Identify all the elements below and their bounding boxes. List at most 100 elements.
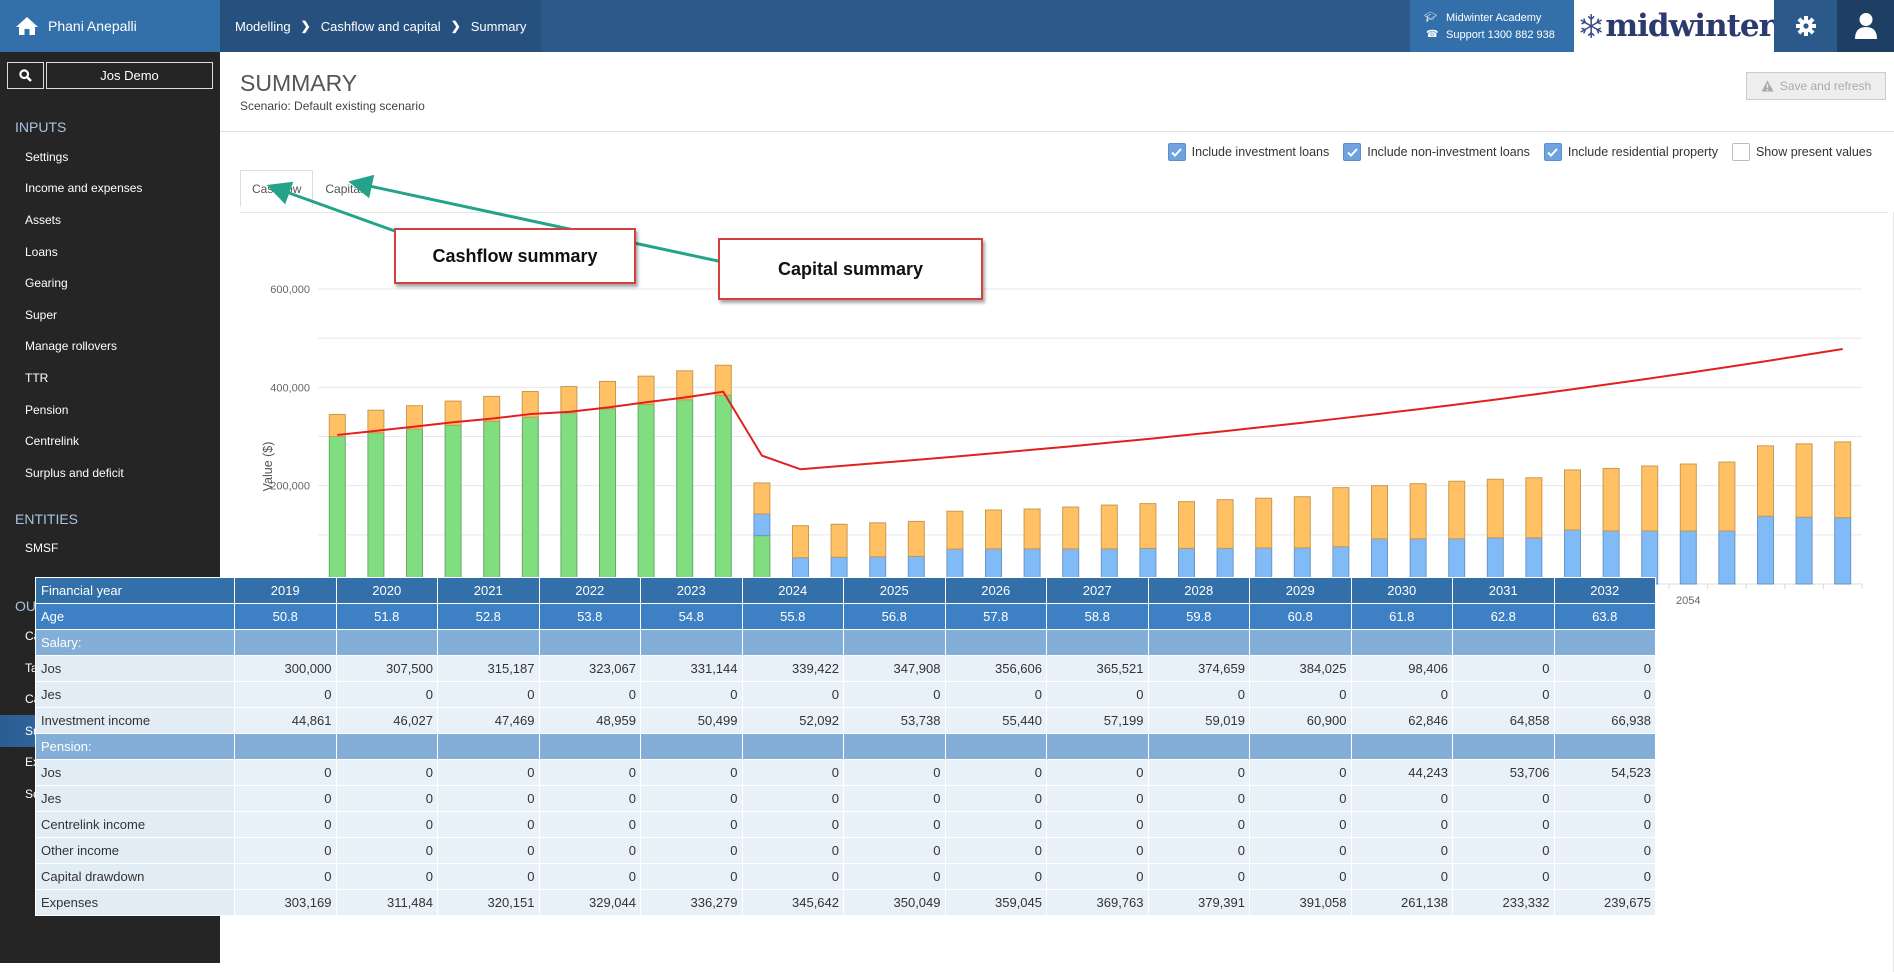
tab-cashflow[interactable]: Cashflow <box>240 170 314 207</box>
table-cell: 0 <box>1553 811 1656 838</box>
table-cell: 0 <box>640 811 743 838</box>
sidebar-item-settings[interactable]: Settings <box>0 141 220 173</box>
sidebar-item-smsf[interactable]: SMSF <box>0 533 220 565</box>
checkbox-checked[interactable] <box>1343 143 1362 161</box>
table-cell: 0 <box>234 863 337 890</box>
table-cell: 323,067 <box>538 655 641 682</box>
table-cell: 0 <box>437 811 540 838</box>
table-cell <box>1553 629 1656 656</box>
chevron-right-icon: ❯ <box>450 19 461 33</box>
bar-investment-income-2033 <box>869 522 887 558</box>
option-show-present-values[interactable]: Show present values <box>1731 143 1872 161</box>
bar-jos-salary-2019 <box>328 436 346 585</box>
table-cell: 0 <box>1249 785 1352 812</box>
table-cell <box>843 629 946 656</box>
y-axis-title: Value ($) <box>261 442 275 492</box>
academy-link[interactable]: 🎓︎ Midwinter Academy <box>1424 12 1574 24</box>
table-cell: 2020 <box>335 577 438 604</box>
checkbox-unchecked[interactable] <box>1731 143 1750 161</box>
table-cell: 64,858 <box>1452 707 1555 734</box>
table-cell: 0 <box>234 837 337 864</box>
table-row: Investment income 44,861 46,027 47,469 48,95… <box>35 707 1656 734</box>
bar-jos-salary-2025 <box>560 412 578 585</box>
table-cell: 315,187 <box>437 655 540 682</box>
table-cell: 261,138 <box>1350 889 1453 916</box>
support-phone[interactable]: ☎ Support 1300 882 938 <box>1426 29 1574 41</box>
table-cell: 356,606 <box>944 655 1047 682</box>
table-cell: 0 <box>1249 681 1352 708</box>
table-cell: 0 <box>538 759 641 786</box>
table-cell <box>437 629 540 656</box>
breadcrumb-modelling[interactable]: Modelling <box>235 19 291 34</box>
sidebar-item-centrelink[interactable]: Centrelink <box>0 425 220 457</box>
option-include-non-investment-loans[interactable]: Include non-investment loans <box>1343 143 1530 161</box>
table-cell: 0 <box>640 863 743 890</box>
user-name: Phani Anepalli <box>48 18 137 34</box>
sidebar-item-assets[interactable]: Assets <box>0 204 220 236</box>
table-cell: 62.8 <box>1452 603 1555 630</box>
table-cell: 0 <box>1046 837 1149 864</box>
bar-investment-income-2031 <box>792 525 809 559</box>
midwinter-logo: midwinter <box>1574 0 1775 52</box>
table-cell: 0 <box>1452 785 1555 812</box>
table-cell: 2025 <box>843 577 946 604</box>
table-cell: 374,659 <box>1147 655 1250 682</box>
table-cell <box>843 733 946 760</box>
table-cell: 0 <box>437 785 540 812</box>
capital-summary-callout: Capital summary <box>718 238 983 300</box>
table-cell: 2031 <box>1452 577 1555 604</box>
breadcrumb-cashflow-and-capital[interactable]: Cashflow and capital <box>321 19 441 34</box>
table-cell: 0 <box>1452 863 1555 890</box>
table-cell <box>437 733 540 760</box>
sidebar-item-gearing[interactable]: Gearing <box>0 267 220 299</box>
table-cell: 0 <box>1553 863 1656 890</box>
sidebar-item-income-and-expenses[interactable]: Income and expenses <box>0 173 220 205</box>
tab-capital[interactable]: Capital <box>313 170 374 207</box>
table-cell: 0 <box>1147 759 1250 786</box>
option-include-residential-property[interactable]: Include residential property <box>1543 143 1718 161</box>
row-label: Pension: <box>35 733 235 760</box>
row-label: Salary: <box>35 629 235 656</box>
sidebar-item-pension[interactable]: Pension <box>0 394 220 426</box>
table-cell: 0 <box>1452 681 1555 708</box>
table-cell: 0 <box>234 759 337 786</box>
table-cell: 48,959 <box>538 707 641 734</box>
bar-investment-income-2055 <box>1718 461 1736 532</box>
table-cell: 0 <box>1452 655 1555 682</box>
bar-jos-salary-2024 <box>521 416 539 585</box>
table-cell: 347,908 <box>843 655 946 682</box>
save-and-refresh-button[interactable]: Save and refresh <box>1746 72 1886 100</box>
table-cell <box>1553 733 1656 760</box>
table-cell: 0 <box>944 681 1047 708</box>
bar-investment-income-2051 <box>1564 469 1581 531</box>
sidebar-item-ttr[interactable]: TTR <box>0 362 220 394</box>
user-profile-button[interactable] <box>1837 0 1894 52</box>
table-cell <box>538 629 641 656</box>
table-cell: 0 <box>741 811 844 838</box>
bar-investment-income-2040 <box>1139 503 1157 549</box>
client-selector[interactable]: Jos Demo <box>46 62 213 89</box>
table-cell: 0 <box>741 863 844 890</box>
table-cell: 307,500 <box>335 655 438 682</box>
table-cell: 53,738 <box>843 707 946 734</box>
sidebar-item-loans[interactable]: Loans <box>0 236 220 268</box>
user-home-link[interactable]: Phani Anepalli <box>0 0 220 52</box>
settings-button[interactable] <box>1774 0 1837 52</box>
checkbox-checked[interactable] <box>1543 143 1562 161</box>
search-button[interactable] <box>7 62 44 89</box>
table-cell: 0 <box>843 785 946 812</box>
sidebar-item-surplus-and-deficit[interactable]: Surplus and deficit <box>0 457 220 489</box>
bar-investment-income-2019 <box>328 413 346 438</box>
checkmark-icon <box>1347 147 1358 157</box>
table-cell <box>234 733 337 760</box>
sidebar-item-manage-rollovers[interactable]: Manage rollovers <box>0 331 220 363</box>
option-label: Include residential property <box>1567 145 1718 159</box>
table-cell: 60.8 <box>1249 603 1352 630</box>
table-group-row: Salary: <box>35 629 1656 656</box>
option-include-investment-loans[interactable]: Include investment loans <box>1167 143 1329 161</box>
bar-investment-income-2049 <box>1486 478 1504 539</box>
checkbox-checked[interactable] <box>1167 143 1186 161</box>
bar-investment-income-2025 <box>560 386 578 414</box>
table-cell: 0 <box>1249 863 1352 890</box>
sidebar-item-super[interactable]: Super <box>0 299 220 331</box>
